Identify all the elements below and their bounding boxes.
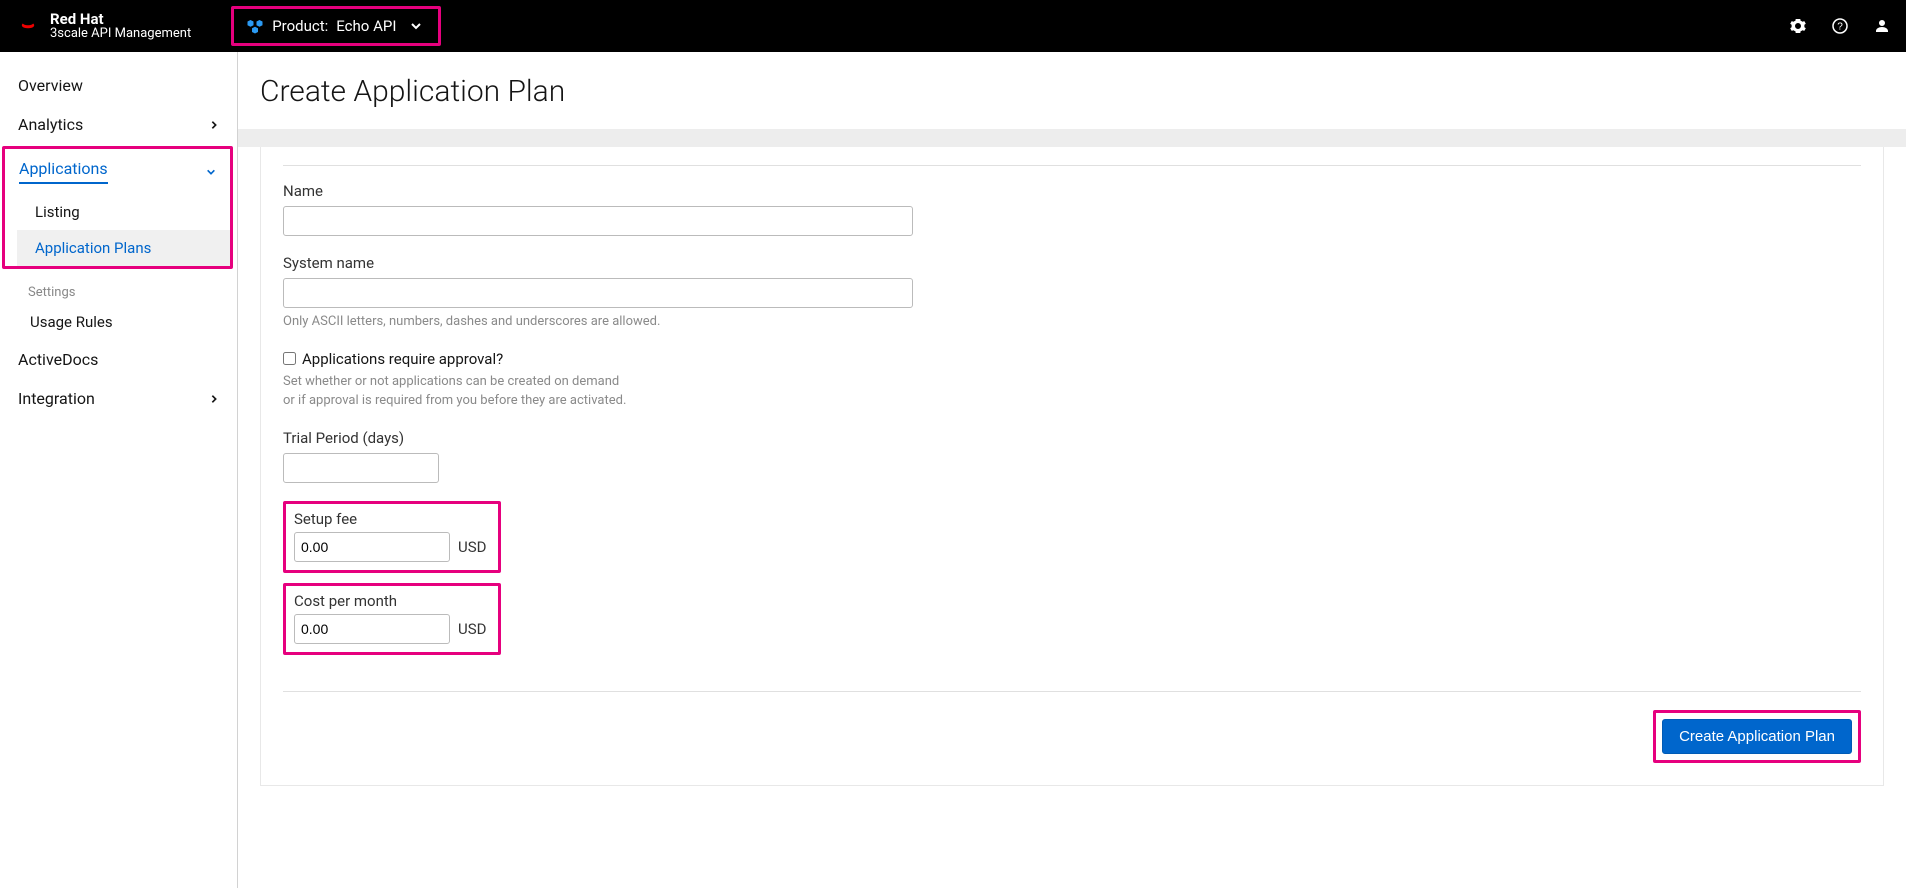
chevron-down-icon (410, 20, 422, 32)
sidebar-item-label: Applications (19, 159, 108, 184)
field-approval: Applications require approval? Set wheth… (283, 350, 923, 411)
chevron-right-icon (209, 394, 219, 404)
sidebar-subitem-label: Listing (35, 203, 80, 221)
sidebar-item-label: ActiveDocs (18, 350, 98, 369)
input-name[interactable] (283, 206, 913, 236)
sidebar-item-analytics[interactable]: Analytics (0, 105, 237, 144)
input-trial-period[interactable] (283, 453, 439, 483)
logo[interactable]: Red Hat 3scale API Management (16, 11, 191, 42)
highlight-setup-fee: Setup fee USD (283, 501, 501, 573)
sidebar-subitem-listing[interactable]: Listing (17, 194, 230, 230)
topbar-right: ? (1790, 18, 1890, 34)
gear-icon[interactable] (1790, 18, 1806, 34)
hint-approval: Set whether or not applications can be c… (283, 372, 923, 411)
redhat-icon (16, 14, 40, 38)
field-name: Name (283, 182, 923, 236)
product-selector-value: Echo API (336, 17, 396, 35)
brand-text: Red Hat (50, 11, 191, 28)
field-cost-month: Cost per month USD (294, 592, 486, 644)
chevron-right-icon (209, 120, 219, 130)
sidebar-item-label: Overview (18, 76, 83, 95)
label-name: Name (283, 182, 923, 200)
svg-text:?: ? (1837, 22, 1843, 33)
sidebar-section-settings: Settings (0, 271, 237, 304)
highlight-submit: Create Application Plan (1653, 710, 1861, 763)
currency-setup-fee: USD (458, 538, 486, 556)
input-cost-month[interactable] (294, 614, 450, 644)
sidebar-item-overview[interactable]: Overview (0, 66, 237, 105)
sidebar-item-integration[interactable]: Integration (0, 379, 237, 418)
label-trial-period: Trial Period (days) (283, 429, 923, 447)
field-trial-period: Trial Period (days) (283, 429, 923, 483)
product-line-text: 3scale API Management (50, 27, 191, 41)
field-system-name: System name Only ASCII letters, numbers,… (283, 254, 923, 332)
sidebar-item-applications[interactable]: Applications (5, 149, 230, 194)
submit-row: Create Application Plan (283, 691, 1861, 763)
sidebar: Overview Analytics Applications Listing … (0, 52, 238, 888)
input-setup-fee[interactable] (294, 532, 450, 562)
label-approval: Applications require approval? (302, 350, 503, 368)
currency-cost-month: USD (458, 620, 486, 638)
sidebar-subitem-label: Application Plans (35, 239, 151, 257)
sidebar-subitem-application-plans[interactable]: Application Plans (17, 230, 230, 266)
sidebar-item-label: Analytics (18, 115, 83, 134)
main-content: Create Application Plan Name System name… (238, 52, 1906, 888)
product-selector[interactable]: Product: Echo API (231, 6, 441, 46)
sidebar-item-activedocs[interactable]: ActiveDocs (0, 340, 237, 379)
create-application-plan-button[interactable]: Create Application Plan (1662, 719, 1852, 754)
input-system-name[interactable] (283, 278, 913, 308)
cubes-icon (246, 17, 264, 35)
label-system-name: System name (283, 254, 923, 272)
checkbox-approval[interactable] (283, 352, 296, 365)
chevron-down-icon (206, 167, 216, 177)
page-title: Create Application Plan (260, 74, 1884, 109)
product-selector-prefix: Product: (272, 17, 328, 35)
label-setup-fee: Setup fee (294, 510, 486, 528)
sidebar-subitem-label: Usage Rules (30, 313, 113, 331)
divider (283, 165, 1861, 166)
sidebar-item-label: Integration (18, 389, 95, 408)
label-cost-month: Cost per month (294, 592, 486, 610)
sidebar-subitem-usage-rules[interactable]: Usage Rules (12, 304, 237, 340)
user-icon[interactable] (1874, 18, 1890, 34)
top-bar: Red Hat 3scale API Management Product: E… (0, 0, 1906, 52)
highlight-cost-month: Cost per month USD (283, 583, 501, 655)
sidebar-group-applications: Applications Listing Application Plans (2, 146, 233, 269)
field-setup-fee: Setup fee USD (294, 510, 486, 562)
help-icon[interactable]: ? (1832, 18, 1848, 34)
grey-band (238, 129, 1906, 147)
hint-system-name: Only ASCII letters, numbers, dashes and … (283, 312, 923, 332)
